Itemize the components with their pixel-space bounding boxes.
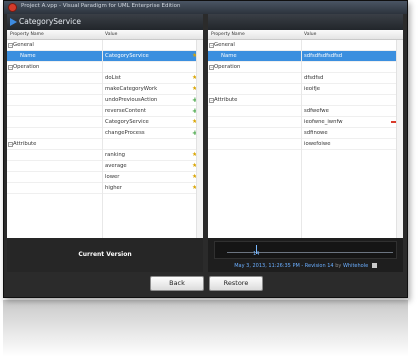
property-value: sdfinowe: [304, 130, 328, 136]
scrollbar[interactable]: [196, 40, 203, 238]
left-property-grid: Property Name Value − General Name Category…: [7, 30, 203, 238]
revision-date: May 3, 2013, 11:26:35 PM - Revision 14: [234, 263, 334, 269]
property-row[interactable]: CategoryService ★: [7, 117, 203, 128]
title-bar: Project A.vpp - Visual Paradigm for UML …: [4, 1, 407, 14]
category-label: Operation: [13, 64, 40, 70]
category-label: General: [13, 42, 34, 48]
property-row[interactable]: iowefoiwe: [208, 139, 403, 150]
property-row[interactable]: makeCategoryWork ★: [7, 84, 203, 95]
service-title: CategoryService: [19, 17, 81, 26]
category-row[interactable]: − Operation: [208, 62, 403, 73]
column-separator: [301, 40, 302, 238]
scrollbar[interactable]: [396, 40, 403, 238]
property-name: Name: [221, 53, 237, 59]
right-property-grid: Property Name Value − General Name sdfsdfsd…: [208, 30, 403, 238]
category-label: General: [214, 42, 235, 48]
property-row[interactable]: changeProcess +: [7, 128, 203, 139]
value-header: Value: [304, 32, 317, 37]
category-label: Operation: [214, 64, 241, 70]
column-separator: [102, 40, 103, 238]
value-header: Value: [105, 32, 118, 37]
by-label: by: [335, 263, 342, 269]
app-icon: [8, 3, 17, 12]
revision-timeline: 14 May 3, 2013, 11:26:35 PM - Revision 1…: [208, 238, 403, 272]
current-version-label: Current Version: [7, 238, 203, 272]
revision-user[interactable]: Whitehole: [343, 263, 368, 269]
property-value: CategoryService: [105, 53, 149, 59]
property-value: changeProcess: [105, 130, 145, 136]
property-value: ieofwne_iwnfw: [304, 119, 343, 125]
property-value: dfsdfsd: [304, 75, 324, 81]
revision-info: May 3, 2013, 11:26:35 PM - Revision 14 b…: [208, 263, 403, 269]
property-row[interactable]: lower ★: [7, 172, 203, 183]
property-row[interactable]: ieofwne_iwnfw: [208, 117, 403, 128]
right-header: [208, 14, 403, 30]
window-title: Project A.vpp - Visual Paradigm for UML …: [21, 3, 181, 9]
timeline-line: [227, 252, 393, 253]
back-button[interactable]: Back: [150, 276, 204, 291]
property-row[interactable]: undoPreviousAction +: [7, 95, 203, 106]
property-row[interactable]: dfsdfsd: [208, 73, 403, 84]
property-row[interactable]: doList ★: [7, 73, 203, 84]
property-value: lower: [105, 174, 120, 180]
category-row[interactable]: − General: [208, 40, 403, 51]
property-name-header: Property Name: [10, 32, 44, 37]
category-label: Attribute: [13, 141, 37, 147]
property-value: sdfwefwe: [304, 108, 329, 114]
category-row[interactable]: − General: [7, 40, 203, 51]
revision-number: 14: [253, 251, 260, 257]
restore-button[interactable]: Restore: [209, 276, 263, 291]
property-name-header: Property Name: [211, 32, 245, 37]
category-row[interactable]: − Attribute: [7, 139, 203, 150]
category-label: Attribute: [214, 97, 238, 103]
service-header: CategoryService: [7, 14, 203, 30]
property-value: reverseContent: [105, 108, 146, 114]
property-row[interactable]: Name sdfsdfsdfsdfsd: [208, 51, 403, 62]
property-row[interactable]: sdfwefwe: [208, 106, 403, 117]
property-row[interactable]: reverseContent +: [7, 106, 203, 117]
service-icon: [10, 18, 17, 26]
property-value: ranking: [105, 152, 126, 158]
property-value: makeCategoryWork: [105, 86, 158, 92]
property-name: Name: [20, 53, 36, 59]
property-value: undoPreviousAction: [105, 97, 158, 103]
grid-header: Property Name Value: [208, 30, 403, 40]
property-row[interactable]: ranking ★: [7, 150, 203, 161]
property-row[interactable]: higher ★: [7, 183, 203, 194]
category-row[interactable]: − Operation: [7, 62, 203, 73]
window-reflection: [3, 300, 408, 357]
property-row[interactable]: ieoifje: [208, 84, 403, 95]
property-value: CategoryService: [105, 119, 149, 125]
property-row[interactable]: average ★: [7, 161, 203, 172]
property-value: iowefoiwe: [304, 141, 331, 147]
property-value: higher: [105, 185, 122, 191]
property-value: doList: [105, 75, 121, 81]
property-row[interactable]: Name CategoryService ★: [7, 51, 203, 62]
user-icon: [371, 263, 377, 268]
property-row[interactable]: sdfinowe: [208, 128, 403, 139]
grid-header: Property Name Value: [7, 30, 203, 40]
property-value: ieoifje: [304, 86, 321, 92]
timeline-track[interactable]: 14: [214, 241, 397, 259]
property-value: average: [105, 163, 127, 169]
category-row[interactable]: − Attribute: [208, 95, 403, 106]
property-value: sdfsdfsdfsdfsd: [304, 53, 343, 59]
